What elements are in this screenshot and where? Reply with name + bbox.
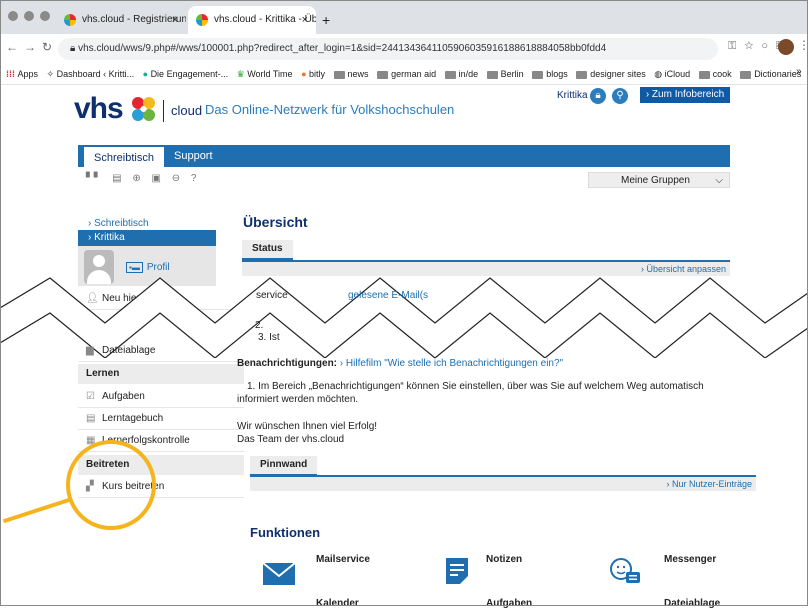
bookmark-icon: ● bbox=[301, 69, 309, 79]
closing-line-2: Das Team der vhs.cloud bbox=[237, 434, 345, 445]
closing-line-1: Wir wünschen Ihnen viel Erfolg! bbox=[237, 421, 378, 432]
bookmark-item[interactable]: ♛ World Time bbox=[237, 64, 293, 84]
apps-grid-icon: ⁞⁞⁞ bbox=[6, 69, 18, 79]
sidebar-item-aufgaben[interactable]: ☑ Aufgaben bbox=[78, 386, 244, 408]
folder-icon: ▆ bbox=[86, 345, 94, 356]
info-area-button[interactable]: › Zum Infobereich bbox=[640, 87, 730, 103]
bookmark-folder[interactable]: in/de bbox=[444, 64, 478, 84]
sidebar-link-krittika[interactable]: › Krittika bbox=[78, 230, 216, 246]
vhs-favicon-icon bbox=[64, 14, 76, 26]
folder-icon bbox=[333, 70, 345, 79]
window-zoom-dot[interactable] bbox=[40, 11, 50, 21]
lock-icon: 🔒︎ bbox=[70, 43, 79, 54]
new-tab-button[interactable]: + bbox=[322, 12, 330, 28]
folder-icon bbox=[740, 70, 752, 79]
sidebar-section-lernen: Lernen bbox=[78, 364, 244, 384]
tab-support[interactable]: Support bbox=[174, 145, 213, 167]
notifications-help-link[interactable]: › Hilfefilm "Wie stelle ich Benachrichti… bbox=[340, 358, 563, 369]
page-title: Übersicht bbox=[243, 214, 308, 230]
function-messenger[interactable]: Messenger bbox=[664, 554, 716, 565]
function-kalender[interactable]: Kalender bbox=[316, 598, 359, 609]
folder-icon bbox=[698, 70, 710, 79]
cloud-label: cloud bbox=[171, 103, 203, 118]
bookmark-folder[interactable]: designer sites bbox=[576, 64, 646, 84]
bookmark-apps[interactable]: ⁞⁞⁞ Apps bbox=[6, 64, 38, 84]
sidebar-item-lerntagebuch[interactable]: ▤ Lerntagebuch bbox=[78, 408, 244, 430]
bookmarks-bar: ⁞⁞⁞ Apps ✧ Dashboard ‹ Kritti... ● Die E… bbox=[0, 64, 808, 85]
functions-title: Funktionen bbox=[250, 525, 321, 540]
fragment-list-2: 2. bbox=[255, 320, 264, 331]
function-aufgaben[interactable]: Aufgaben bbox=[486, 598, 532, 609]
search-icon[interactable]: ⚲ bbox=[612, 88, 628, 104]
vhs-favicon-icon bbox=[196, 14, 208, 26]
customize-overview-link[interactable]: › Übersicht anpassen bbox=[242, 262, 730, 276]
browser-tab-overview[interactable]: vhs.cloud - Krittika - Übersicht × bbox=[188, 6, 316, 34]
bookmark-item[interactable]: ✧ Dashboard ‹ Kritti... bbox=[47, 64, 135, 84]
tagline: Das Online-Netzwerk für Volkshochschulen bbox=[205, 102, 455, 117]
notifications-text: 1. Im Bereich „Benachrichtigungen“ könne… bbox=[237, 381, 704, 405]
highlight-circle bbox=[66, 440, 156, 530]
lock-icon[interactable]: 🔒︎ bbox=[590, 88, 606, 104]
fragment-mailservice: service bbox=[256, 290, 288, 301]
tab-status[interactable]: Status bbox=[242, 240, 293, 260]
address-bar[interactable]: 🔒︎ vhs.cloud/wws/9.php#/wws/100001.php?r… bbox=[58, 38, 718, 60]
bookmark-folder[interactable]: blogs bbox=[532, 64, 568, 84]
profile-avatar-icon[interactable] bbox=[778, 39, 794, 55]
highlight-pointer-line bbox=[2, 497, 73, 524]
icloud-icon: ◍ bbox=[654, 69, 665, 79]
folder-icon bbox=[576, 70, 588, 79]
mail-icon[interactable] bbox=[262, 558, 296, 588]
bookmark-item[interactable]: ● Die Engagement-... bbox=[143, 64, 228, 84]
logo-divider bbox=[163, 100, 164, 122]
folder-icon bbox=[486, 70, 498, 79]
tab-close-icon[interactable]: × bbox=[172, 6, 178, 34]
folder-icon bbox=[444, 70, 456, 79]
user-entries-link[interactable]: › Nur Nutzer-Einträge bbox=[250, 477, 756, 491]
window-minimize-dot[interactable] bbox=[24, 11, 34, 21]
fragment-unread-mail-link[interactable]: gelesene E-Mail(s bbox=[348, 290, 428, 301]
pinboard-tab-bar bbox=[250, 456, 756, 477]
tab-schreibtisch[interactable]: Schreibtisch bbox=[84, 145, 164, 167]
function-dateiablage[interactable]: Dateiablage bbox=[664, 598, 720, 609]
bookmark-folder[interactable]: Dictionaries bbox=[740, 64, 801, 84]
tab-close-icon[interactable]: × bbox=[302, 6, 308, 34]
vhs-logo[interactable]: vhs bbox=[74, 92, 124, 126]
bookmark-folder[interactable]: Berlin bbox=[486, 64, 524, 84]
tab-pinnwand[interactable]: Pinnwand bbox=[250, 456, 318, 476]
bookmark-icon: ♛ bbox=[236, 69, 248, 79]
chevron-down-icon: ⌵ bbox=[715, 175, 723, 186]
notebook-icon: ▤ bbox=[86, 413, 96, 424]
url-text: vhs.cloud/wws/9.php#/wws/100001.php?redi… bbox=[78, 43, 607, 54]
vhs-flower-logo-icon bbox=[132, 97, 155, 121]
folder-icon bbox=[532, 70, 544, 79]
fragment-list-3: 3. Ist bbox=[258, 332, 280, 343]
nav-arrows-icon[interactable]: ←→↻ bbox=[6, 40, 58, 54]
folder-icon bbox=[377, 70, 389, 79]
bookmarks-overflow-icon[interactable]: » bbox=[796, 66, 802, 77]
bookmark-icon: ● bbox=[142, 69, 151, 79]
notes-icon[interactable] bbox=[440, 556, 474, 586]
notifications-row: Benachrichtigungen: › Hilfefilm "Wie ste… bbox=[237, 358, 564, 369]
browser-menu-icon[interactable]: ⋮ bbox=[798, 38, 808, 52]
function-mailservice[interactable]: Mailservice bbox=[316, 554, 370, 565]
sidebar-item-file-storage[interactable]: ▆ Dateiablage bbox=[78, 340, 244, 362]
messenger-icon[interactable] bbox=[608, 556, 642, 586]
user-name[interactable]: Krittika bbox=[557, 90, 588, 101]
browser-tab-registration[interactable]: vhs.cloud - Registrierung als N × bbox=[56, 6, 186, 34]
groups-select[interactable]: Meine Gruppen ⌵ bbox=[588, 172, 730, 188]
sidebar-link-schreibtisch[interactable]: › Schreibtisch bbox=[88, 218, 149, 229]
bookmark-folder[interactable]: cook bbox=[698, 64, 732, 84]
bookmark-icon: ✧ bbox=[46, 69, 57, 79]
toolbar-icons[interactable]: ▝▘ ▤ ⊕ ▣ ⊖ ? bbox=[82, 173, 201, 184]
bookmark-folder[interactable]: news bbox=[333, 64, 369, 84]
checkbox-icon: ☑ bbox=[86, 391, 95, 402]
window-close-dot[interactable] bbox=[8, 11, 18, 21]
function-notizen[interactable]: Notizen bbox=[486, 554, 522, 565]
status-tab-bar bbox=[242, 240, 730, 262]
bookmark-item[interactable]: ● bitly bbox=[301, 64, 325, 84]
bookmark-folder[interactable]: german aid bbox=[377, 64, 436, 84]
bookmark-item[interactable]: ◍ iCloud bbox=[654, 64, 690, 84]
